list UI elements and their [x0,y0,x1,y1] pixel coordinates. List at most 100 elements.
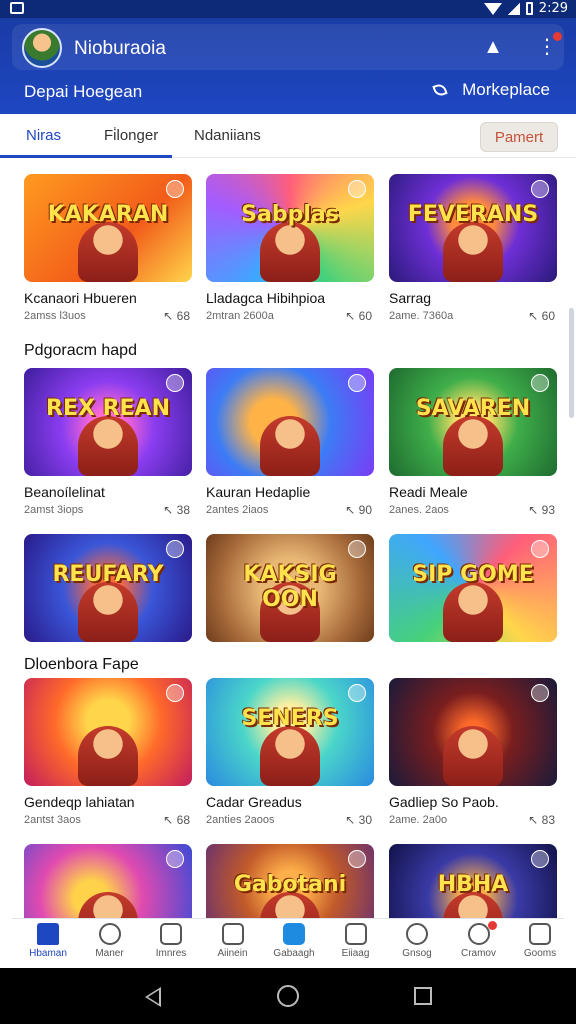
nav-label: Aiinein [217,948,248,959]
game-card[interactable]: KAKSIG OON [206,534,374,694]
game-thumbnail[interactable]: Gabotani [206,844,374,918]
tab-filonger[interactable]: Fi̇longer [104,127,158,144]
game-card[interactable]: Gadliep So Paob. 2ame. 2a0o ↖ 83 [389,678,557,838]
nav-item[interactable]: Imnres [141,923,201,959]
signal-icon [507,2,520,15]
game-thumbnail[interactable]: HBHA [389,844,557,918]
search-icon [406,923,428,945]
favorite-badge-icon[interactable] [348,850,366,868]
game-logo: SIP GOME [412,562,534,587]
character-figure [78,582,138,642]
game-thumbnail[interactable]: SENERS [206,678,374,786]
game-logo: Gabotani [233,872,347,897]
game-card[interactable]: REUFARY [24,534,192,694]
game-card[interactable]: HBHA [389,844,557,918]
favorite-badge-icon[interactable] [348,180,366,198]
character-figure [443,582,503,642]
game-thumbnail[interactable]: FEVERANS [389,174,557,282]
game-card[interactable]: Gabotani [206,844,374,918]
game-card[interactable]: KAKARAN Kcanaori Hbueren 2amss l3uos ↖ 68 [24,174,192,334]
game-thumbnail[interactable] [389,678,557,786]
game-card[interactable]: SENERS Cadar Greadus 2anties 2aoos ↖ 30 [206,678,374,838]
game-thumbnail[interactable]: REX REAN [24,368,192,476]
more-menu-icon[interactable]: ⋮ [534,32,562,60]
nav-item[interactable]: Maner [80,923,140,959]
game-thumbnail[interactable]: SAVAREN [389,368,557,476]
character-figure [78,222,138,282]
favorite-badge-icon[interactable] [531,850,549,868]
marketplace-link[interactable]: Morkeplace [432,80,550,100]
favorite-badge-icon[interactable] [531,180,549,198]
clock-icon [98,923,121,945]
back-icon[interactable] [145,987,161,1007]
card-count: ↖ 83 [528,813,555,827]
game-logo: HBHA [437,872,509,897]
list-icon [160,923,182,945]
avatar[interactable] [22,28,62,68]
card-title: Beanoílelinat [24,484,105,500]
game-card[interactable]: Kauran Hedaplie 2antes 2iaos ↖ 90 [206,368,374,528]
game-card[interactable]: Sabplas Lladagca Hibihpioa 2mtran 2600a ↖ 6… [206,174,374,334]
scrollbar[interactable] [569,308,574,418]
recents-icon[interactable] [414,987,432,1005]
game-logo: SENERS [241,706,339,731]
home-icon[interactable] [277,985,299,1007]
game-thumbnail[interactable]: REUFARY [24,534,192,642]
game-thumbnail[interactable]: SIP GOME [389,534,557,642]
nav-item[interactable]: Gabaagh [264,923,324,959]
favorite-badge-icon[interactable] [166,850,184,868]
favorite-badge-icon[interactable] [531,374,549,392]
favorite-badge-icon[interactable] [166,540,184,558]
rocket-icon[interactable]: ▲ [480,34,506,60]
game-logo: KAKSIG OON [243,562,337,612]
game-thumbnail[interactable] [206,368,374,476]
status-bar: 2:29 [0,0,576,18]
nav-item[interactable]: Gnsog [387,923,447,959]
store-icon [283,923,305,945]
game-card[interactable]: Gendeqp lahiatan 2antst 3aos ↖ 68 [24,678,192,838]
favorite-badge-icon[interactable] [531,684,549,702]
nav-item[interactable]: Eiiaag [326,923,386,959]
game-thumbnail[interactable]: KAKARAN [24,174,192,282]
tab-niras[interactable]: Niras [26,127,61,144]
game-thumbnail[interactable] [24,844,192,918]
favorite-badge-icon[interactable] [348,374,366,392]
nav-item[interactable]: Cramov [449,921,509,959]
card-meta: 2mtran 2600a [206,310,274,322]
game-thumbnail[interactable] [24,678,192,786]
nav-label: Gnsog [402,948,432,959]
favorite-badge-icon[interactable] [348,540,366,558]
game-thumbnail[interactable]: Sabplas [206,174,374,282]
nav-item[interactable]: Aiinein [203,923,263,959]
favorite-badge-icon[interactable] [348,684,366,702]
nav-item[interactable]: Hbaman [18,923,78,959]
card-count: ↖ 68 [163,309,190,323]
game-card[interactable]: SAVAREN Readi Meale 2anes. 2aos ↖ 93 [389,368,557,528]
nav-label: Eiiaag [341,948,370,959]
game-thumbnail[interactable]: KAKSIG OON [206,534,374,642]
card-count-value: 38 [176,503,190,517]
nav-label: Hbaman [29,948,67,959]
card-meta: 2ame. 2a0o [389,814,448,826]
pointer-icon: ↖ [528,309,542,323]
nav-label: Maner [95,948,124,959]
payment-button[interactable]: Pamert [480,122,558,152]
nav-item[interactable]: Gooms [510,923,570,959]
pointer-icon: ↖ [163,503,177,517]
favorite-badge-icon[interactable] [166,684,184,702]
favorite-badge-icon[interactable] [531,540,549,558]
department-link[interactable]: Depai Hoegean [24,82,142,102]
tab-ndaniians[interactable]: Ndaniians [194,127,261,144]
favorite-badge-icon[interactable] [166,374,184,392]
pointer-icon: ↖ [345,813,359,827]
pointer-icon: ↖ [163,309,177,323]
game-card[interactable]: FEVERANS Sarrag 2ame. 7360a ↖ 60 [389,174,557,334]
game-card[interactable]: SIP GOME [389,534,557,694]
game-card[interactable] [24,844,192,918]
chat-icon [344,923,367,945]
favorite-badge-icon[interactable] [166,180,184,198]
nav-label: Gabaagh [273,948,315,959]
home-icon [37,923,59,945]
game-card[interactable]: REX REAN Beanoílelinat 2amst 3iops ↖ 38 [24,368,192,528]
battery-icon [525,2,533,15]
